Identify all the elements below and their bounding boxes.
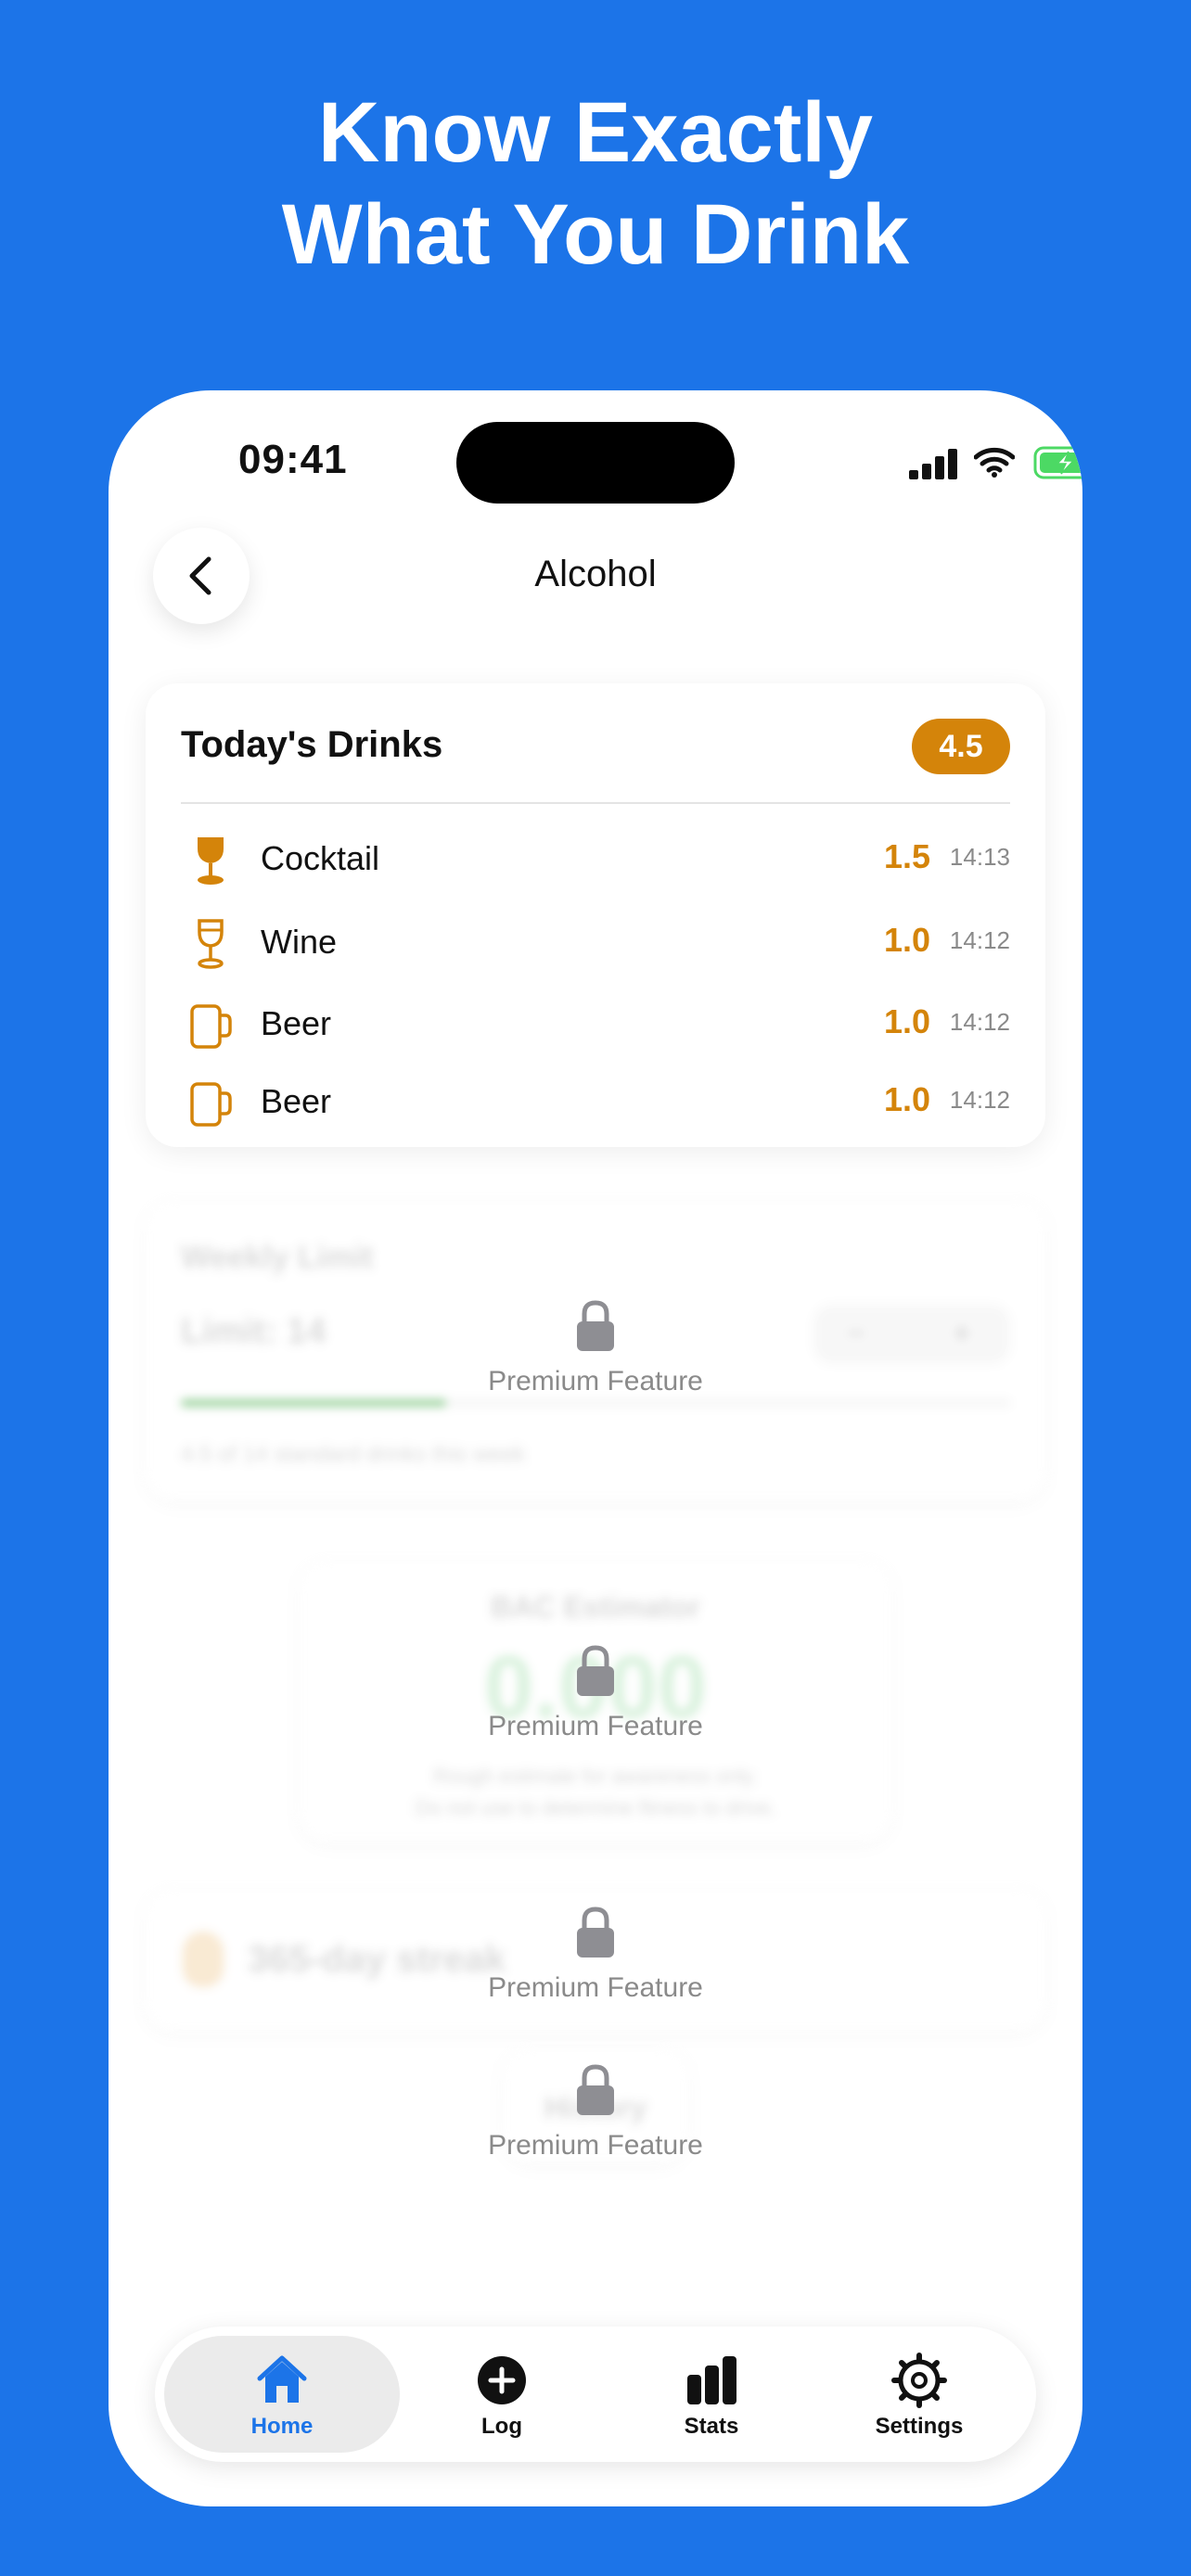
drink-units: 1.5 xyxy=(883,837,930,875)
wifi-icon xyxy=(974,447,1015,478)
beer-mug-icon xyxy=(190,1004,232,1049)
drink-units: 1.0 xyxy=(883,1002,930,1040)
tab-label: Stats xyxy=(684,2414,739,2439)
status-icons xyxy=(800,442,1082,483)
premium-overlay-history[interactable]: Premium Feature xyxy=(109,2063,1082,2162)
tab-home[interactable]: Home xyxy=(164,2336,400,2453)
wine-glass-icon xyxy=(198,919,224,969)
todays-drinks-card: Today's Drinks 4.5 Cocktail 1.5 14:13 Wi… xyxy=(146,683,1045,1147)
status-time: 09:41 xyxy=(238,437,348,482)
tab-label: Log xyxy=(481,2414,522,2439)
tab-log[interactable]: Log xyxy=(416,2336,587,2453)
premium-overlay-bac[interactable]: Premium Feature xyxy=(109,1644,1082,1742)
drink-time: 14:12 xyxy=(949,1086,1010,1114)
drink-name: Beer xyxy=(261,1082,332,1120)
divider xyxy=(181,802,1010,804)
headline: Know Exactly What You Drink xyxy=(0,82,1191,286)
tab-label: Settings xyxy=(875,2414,964,2439)
tab-label: Home xyxy=(250,2414,314,2439)
dynamic-island xyxy=(456,422,735,504)
drink-row[interactable]: Beer 1.0 14:12 xyxy=(181,991,1010,1056)
lock-icon xyxy=(577,1300,614,1351)
premium-overlay-weekly[interactable]: Premium Feature xyxy=(109,1299,1082,1397)
premium-feature-label: Premium Feature xyxy=(488,1366,703,1396)
premium-feature-label: Premium Feature xyxy=(488,1972,703,2003)
drink-row[interactable]: Wine 1.0 14:12 xyxy=(181,910,1010,975)
house-icon xyxy=(257,2355,307,2403)
drink-time: 14:12 xyxy=(949,926,1010,954)
lock-icon xyxy=(577,1906,614,1958)
bac-title: BAC Estimator xyxy=(491,1590,700,1624)
drink-row[interactable]: Beer 1.0 14:12 xyxy=(181,1069,1010,1134)
weekly-limit-title: Weekly Limit xyxy=(181,1240,374,1275)
premium-feature-label: Premium Feature xyxy=(488,1711,703,1741)
tab-settings[interactable]: Settings xyxy=(834,2336,1005,2453)
signal-icon xyxy=(909,448,961,479)
cocktail-glass-icon xyxy=(198,837,224,885)
gear-icon xyxy=(891,2353,947,2408)
weekly-progress-track xyxy=(181,1399,1010,1407)
headline-line-1: Know Exactly xyxy=(317,85,874,180)
premium-overlay-streak[interactable]: Premium Feature xyxy=(109,1906,1082,2004)
drink-name: Beer xyxy=(261,1004,332,1042)
weekly-progress-fill xyxy=(181,1399,447,1407)
total-units-badge: 4.5 xyxy=(912,719,1010,774)
drink-row[interactable]: Cocktail 1.5 14:13 xyxy=(181,826,1010,891)
headline-line-2: What You Drink xyxy=(281,187,910,282)
drink-units: 1.0 xyxy=(883,1080,930,1118)
drink-name: Cocktail xyxy=(261,839,380,877)
battery-charging-icon xyxy=(1033,446,1082,479)
bar-chart-icon xyxy=(687,2356,736,2404)
card-title: Today's Drinks xyxy=(181,724,443,765)
drink-time: 14:13 xyxy=(949,843,1010,871)
lock-icon xyxy=(577,2064,614,2115)
bac-note-1: Rough estimate for awareness only. xyxy=(433,1765,758,1788)
beer-mug-icon xyxy=(190,1082,232,1127)
premium-feature-label: Premium Feature xyxy=(488,2130,703,2161)
bac-note-2: Do not use to determine fitness to drive… xyxy=(415,1796,776,1819)
drink-units: 1.0 xyxy=(883,921,930,959)
weekly-limit-caption: 4.5 of 14 standard drinks this week xyxy=(181,1442,525,1467)
tab-bar: Home Log Stats Settings xyxy=(155,2327,1036,2462)
drink-time: 14:12 xyxy=(949,1008,1010,1036)
plus-circle-icon xyxy=(478,2356,526,2404)
page-title: Alcohol xyxy=(534,554,657,594)
phone-frame: 09:41 Alcohol Today's Drinks 4.5 Cocktai… xyxy=(109,390,1082,2506)
lock-icon xyxy=(577,1645,614,1696)
tab-stats[interactable]: Stats xyxy=(626,2336,797,2453)
drink-name: Wine xyxy=(261,923,338,961)
